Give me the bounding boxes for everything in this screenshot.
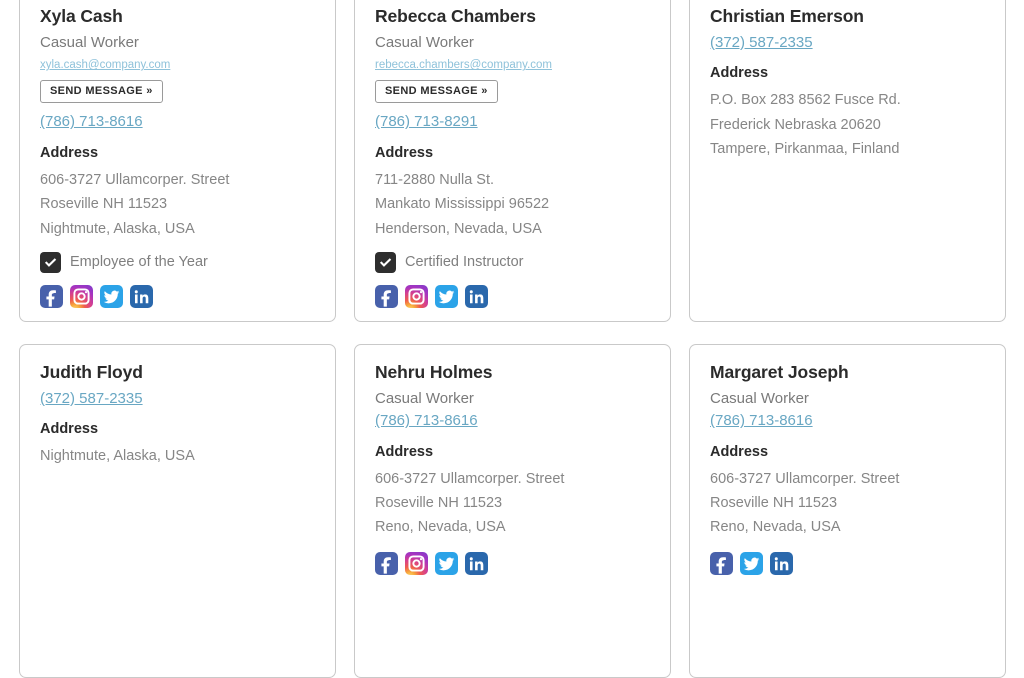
email-link[interactable]: rebecca.chambers@company.com <box>375 57 552 73</box>
contact-role: Casual Worker <box>375 389 474 407</box>
address-line: 606-3727 Ullamcorper. Street <box>710 470 900 487</box>
address-heading: Address <box>40 144 99 161</box>
address-line: 711-2880 Nulla St. <box>375 171 495 188</box>
phone-link[interactable]: (786) 713-8616 <box>710 411 813 431</box>
phone-link[interactable]: (786) 713-8291 <box>375 112 478 132</box>
badge-row: Employee of the Year <box>40 251 315 273</box>
badge-row: Certified Instructor <box>375 251 650 273</box>
facebook-icon[interactable] <box>40 284 63 308</box>
linkedin-icon[interactable] <box>465 551 488 575</box>
address-line: P.O. Box 283 8562 Fusce Rd. <box>710 92 901 109</box>
address-line: 606-3727 Ullamcorper. Street <box>40 171 230 188</box>
badge-label: Employee of the Year <box>70 253 208 270</box>
send-message-button[interactable]: SEND MESSAGE » <box>375 80 498 104</box>
instagram-icon[interactable] <box>405 284 428 308</box>
facebook-icon[interactable] <box>710 551 733 575</box>
email-link[interactable]: xyla.cash@company.com <box>40 57 170 73</box>
badge-label: Certified Instructor <box>405 253 524 270</box>
social-links <box>375 284 650 308</box>
address-heading: Address <box>375 144 434 161</box>
contact-cards-grid: Xyla Cash Casual Worker xyla.cash@company.… <box>19 0 1006 678</box>
contact-name: Christian Emerson <box>710 6 864 26</box>
checkbox-checked-icon[interactable] <box>40 251 61 273</box>
twitter-icon[interactable] <box>435 551 458 575</box>
address-line: Nightmute, Alaska, USA <box>40 448 195 465</box>
twitter-icon[interactable] <box>435 284 458 308</box>
phone-link[interactable]: (786) 713-8616 <box>375 411 478 431</box>
contact-role: Casual Worker <box>375 33 474 51</box>
address-line: Reno, Nevada, USA <box>710 519 841 536</box>
social-links <box>40 284 315 308</box>
social-links <box>375 551 650 575</box>
address-line: Tampere, Pirkanmaa, Finland <box>710 140 900 157</box>
contact-name: Judith Floyd <box>40 362 143 382</box>
contact-card: Nehru Holmes Casual Worker (786) 713-8616 A… <box>354 344 671 678</box>
contact-name: Xyla Cash <box>40 6 123 26</box>
contact-card: Xyla Cash Casual Worker xyla.cash@company.… <box>19 0 336 322</box>
twitter-icon[interactable] <box>740 551 763 575</box>
contact-card: Rebecca Chambers Casual Worker rebecca.cha… <box>354 0 671 322</box>
linkedin-icon[interactable] <box>130 284 153 308</box>
contact-card: Christian Emerson (372) 587-2335 Address P.… <box>689 0 1006 322</box>
address-heading: Address <box>710 65 769 82</box>
phone-link[interactable]: (786) 713-8616 <box>40 112 143 132</box>
phone-link[interactable]: (372) 587-2335 <box>40 389 143 409</box>
contact-card: Margaret Joseph Casual Worker (786) 713-86… <box>689 344 1006 678</box>
linkedin-icon[interactable] <box>770 551 793 575</box>
address-line: 606-3727 Ullamcorper. Street <box>375 470 565 487</box>
twitter-icon[interactable] <box>100 284 123 308</box>
contact-name: Rebecca Chambers <box>375 6 536 26</box>
phone-link[interactable]: (372) 587-2335 <box>710 33 813 53</box>
checkbox-checked-icon[interactable] <box>375 251 396 273</box>
contact-card: Judith Floyd (372) 587-2335 Address Nightmu… <box>19 344 336 678</box>
facebook-icon[interactable] <box>375 284 398 308</box>
address-line: Reno, Nevada, USA <box>375 519 506 536</box>
address-line: Roseville NH 11523 <box>40 196 168 213</box>
social-links <box>710 551 985 575</box>
contact-name: Margaret Joseph <box>710 362 849 382</box>
address-heading: Address <box>375 443 434 460</box>
send-message-button[interactable]: SEND MESSAGE » <box>40 80 163 104</box>
address-line: Nightmute, Alaska, USA <box>40 220 195 237</box>
address-line: Roseville NH 11523 <box>375 495 503 512</box>
facebook-icon[interactable] <box>375 551 398 575</box>
contact-role: Casual Worker <box>40 33 139 51</box>
address-line: Roseville NH 11523 <box>710 495 838 512</box>
contact-role: Casual Worker <box>710 389 809 407</box>
address-line: Frederick Nebraska 20620 <box>710 116 881 133</box>
address-heading: Address <box>710 443 769 460</box>
instagram-icon[interactable] <box>405 551 428 575</box>
contact-name: Nehru Holmes <box>375 362 493 382</box>
linkedin-icon[interactable] <box>465 284 488 308</box>
address-line: Mankato Mississippi 96522 <box>375 196 550 213</box>
address-heading: Address <box>40 421 99 438</box>
address-line: Henderson, Nevada, USA <box>375 220 542 237</box>
instagram-icon[interactable] <box>70 284 93 308</box>
